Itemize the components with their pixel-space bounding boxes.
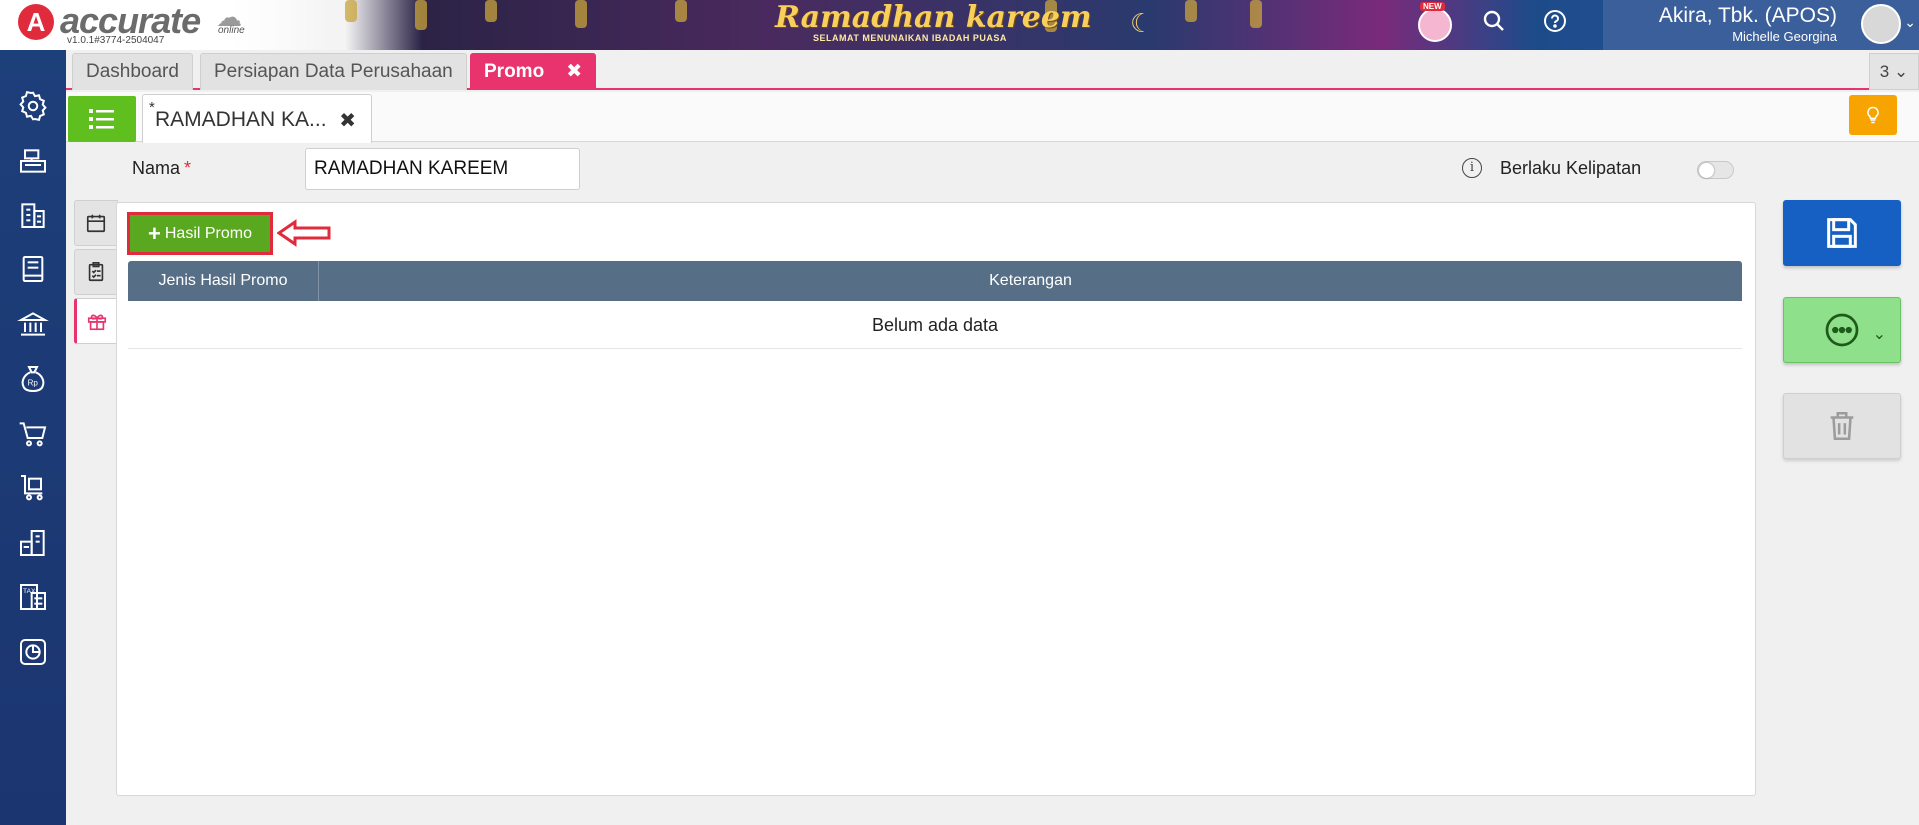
- required-marker: *: [184, 158, 192, 178]
- tab-count-value: 3: [1879, 62, 1890, 81]
- close-icon[interactable]: ✖: [566, 61, 582, 82]
- moon-icon: ☾: [1130, 8, 1154, 38]
- tab-label: Persiapan Data Perusahaan: [214, 61, 453, 82]
- gift-icon: [87, 314, 107, 331]
- open-tabs-counter[interactable]: 3 ⌄: [1869, 53, 1919, 90]
- more-actions-button[interactable]: ⌄: [1783, 297, 1901, 363]
- main-tabs: Dashboard Persiapan Data Perusahaan Prom…: [66, 50, 1919, 90]
- vtab-rewards[interactable]: [74, 298, 118, 344]
- add-hasil-promo-button[interactable]: + Hasil Promo: [127, 212, 273, 255]
- vtab-conditions[interactable]: [74, 249, 118, 295]
- tab-label: Dashboard: [86, 61, 179, 82]
- info-icon[interactable]: i: [1462, 158, 1482, 178]
- accurate-logo-icon: A: [18, 4, 54, 40]
- list-icon: [89, 109, 114, 129]
- berlaku-kelipatan-toggle[interactable]: [1697, 161, 1734, 179]
- subtab-label: RAMADHAN KA...: [155, 108, 327, 131]
- lantern-icon: [345, 0, 357, 22]
- list-view-button[interactable]: [68, 96, 136, 142]
- tax-document-icon[interactable]: TAX: [13, 577, 53, 617]
- svg-text:Rp: Rp: [28, 379, 39, 388]
- add-hasil-promo-label: Hasil Promo: [164, 224, 252, 242]
- chevron-down-icon: ⌄: [1872, 326, 1886, 343]
- berlaku-kelipatan-label: Berlaku Kelipatan: [1500, 158, 1642, 178]
- building-icon[interactable]: [13, 195, 53, 235]
- top-header: A accurate ☁ online v1.0.1#3774-2504047 …: [0, 0, 1919, 50]
- more-options-icon: [1825, 313, 1859, 347]
- warehouse-icon[interactable]: [13, 523, 53, 563]
- save-icon: [1827, 218, 1857, 248]
- lightbulb-icon: [1867, 106, 1879, 124]
- shopping-cart-icon[interactable]: [13, 414, 53, 454]
- lantern-icon: [575, 0, 587, 28]
- banner-title: Ramadhan kareem: [775, 0, 1092, 35]
- tab-promo[interactable]: Promo ✖: [470, 53, 597, 90]
- ramadhan-banner: Ramadhan kareem SELAMAT MENUNAIKAN IBADA…: [345, 0, 1595, 50]
- plus-icon: +: [148, 220, 161, 246]
- modified-indicator: *: [149, 99, 155, 116]
- vtab-schedule[interactable]: [74, 200, 118, 246]
- empty-table-message: Belum ada data: [128, 301, 1742, 349]
- sub-tabs-row: * RAMADHAN KA... ✖: [66, 92, 1919, 143]
- chevron-down-icon[interactable]: ⌄: [1904, 14, 1916, 31]
- close-icon[interactable]: ✖: [339, 108, 356, 133]
- purchase-cart-icon[interactable]: [13, 468, 53, 508]
- logo-area: A accurate ☁ online v1.0.1#3774-2504047: [0, 0, 330, 50]
- save-button[interactable]: [1783, 200, 1901, 266]
- settings-icon[interactable]: [13, 86, 53, 126]
- column-header-jenis[interactable]: Jenis Hasil Promo: [128, 261, 319, 301]
- search-icon[interactable]: [1478, 9, 1510, 41]
- logo-online: online: [218, 25, 245, 36]
- clipboard-checklist-icon: [88, 262, 104, 282]
- calendar-icon: [86, 214, 106, 233]
- arrow-left-icon: [277, 219, 331, 247]
- svg-text:TAX: TAX: [23, 588, 36, 595]
- banner-subtitle: SELAMAT MENUNAIKAN IBADAH PUASA: [813, 33, 1007, 43]
- lantern-icon: [415, 0, 427, 30]
- lantern-icon: [675, 0, 687, 22]
- lantern-icon: [485, 0, 497, 22]
- name-label-text: Nama: [132, 158, 181, 178]
- table-body: [128, 349, 1742, 782]
- money-bag-icon[interactable]: Rp: [13, 359, 53, 399]
- help-icon[interactable]: [1539, 9, 1571, 41]
- user-avatar[interactable]: [1861, 4, 1901, 44]
- sidebar: Rp TAX: [0, 50, 66, 825]
- ledger-book-icon[interactable]: [13, 249, 53, 289]
- name-input[interactable]: [305, 148, 580, 190]
- tips-button[interactable]: [1849, 95, 1897, 135]
- column-header-keterangan[interactable]: Keterangan: [319, 261, 1742, 301]
- app-version: v1.0.1#3774-2504047: [67, 35, 165, 46]
- tab-label: Promo: [484, 61, 545, 82]
- tab-dashboard[interactable]: Dashboard: [72, 53, 193, 90]
- subtab-ramadhan-kareem[interactable]: * RAMADHAN KA... ✖: [142, 94, 372, 143]
- lantern-icon: [1250, 0, 1262, 28]
- name-label: Nama *: [132, 158, 191, 179]
- toggle-knob: [1699, 163, 1714, 178]
- user-menu[interactable]: Akira, Tbk. (APOS) Michelle Georgina ⌄: [1603, 0, 1919, 50]
- bank-icon[interactable]: [13, 304, 53, 344]
- lantern-icon: [1185, 0, 1197, 22]
- report-chart-icon[interactable]: [13, 632, 53, 672]
- tab-persiapan-data-perusahaan[interactable]: Persiapan Data Perusahaan: [200, 53, 467, 90]
- user-name: Michelle Georgina: [1732, 29, 1837, 44]
- new-feature-avatar-icon[interactable]: [1418, 8, 1452, 42]
- new-badge: NEW: [1420, 2, 1445, 11]
- cash-register-icon[interactable]: [13, 141, 53, 181]
- table-header: Jenis Hasil Promo Keterangan: [128, 261, 1742, 301]
- delete-button[interactable]: [1783, 393, 1901, 459]
- trash-icon: [1830, 411, 1854, 441]
- user-company-name: Akira, Tbk. (APOS): [1658, 4, 1837, 27]
